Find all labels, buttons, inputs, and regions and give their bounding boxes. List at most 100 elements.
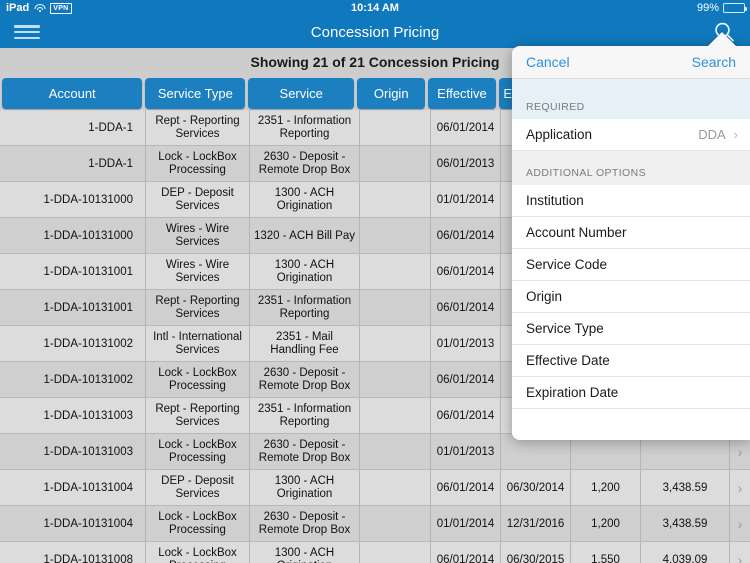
popover-footer-spacer	[512, 409, 750, 437]
cell-service-type: Rept - Reporting Services	[146, 110, 250, 146]
popover-field-label: Expiration Date	[526, 385, 619, 400]
cell-text: 2351 - Information Reporting	[257, 403, 352, 428]
cell-service-type: Intl - International Services	[146, 326, 250, 362]
cell-account: 1-DDA-10131008	[0, 542, 146, 563]
cell-effective: 06/01/2014	[431, 290, 501, 326]
column-header-label: Service Type	[157, 86, 233, 101]
cell-effective: 06/01/2014	[431, 542, 501, 563]
table-row[interactable]: 1-DDA-10131008 Lock - LockBox Processing 1…	[0, 542, 750, 563]
cell-effective: 01/01/2013	[431, 326, 501, 362]
column-header-account[interactable]: Account	[2, 78, 143, 109]
popover-header: Cancel Search	[512, 46, 750, 79]
cell-text: 1-DDA-10131000	[43, 229, 133, 242]
cell-origin	[360, 434, 431, 470]
cell-volume: 1,200	[571, 470, 641, 506]
cell-chevron: ›	[730, 506, 750, 542]
cell-service: 2351 - Information Reporting	[250, 398, 360, 434]
cell-text: 06/01/2014	[436, 553, 495, 563]
column-header-label: Account	[48, 86, 96, 101]
cell-service-type: Rept - Reporting Services	[146, 290, 250, 326]
cell-effective: 06/01/2014	[431, 362, 501, 398]
cell-origin	[360, 146, 431, 182]
cell-text: Wires - Wire Services	[165, 223, 230, 248]
cell-text: Rept - Reporting Services	[155, 403, 240, 428]
cell-text: Intl - International Services	[153, 331, 242, 356]
cell-account: 1-DDA-10131002	[0, 362, 146, 398]
cell-origin	[360, 182, 431, 218]
cell-text: 1-DDA-10131002	[43, 373, 133, 386]
cell-text: 2630 - Deposit - Remote Drop Box	[258, 511, 351, 536]
popover-field-value: DDA	[698, 127, 726, 142]
cell-origin	[360, 326, 431, 362]
battery-percent-label: 99%	[696, 2, 719, 14]
cell-text: 06/01/2014	[436, 121, 495, 134]
cell-effective: 01/01/2014	[431, 506, 501, 542]
cell-effective: 06/01/2014	[431, 254, 501, 290]
cell-text: DEP - Deposit Services	[161, 187, 234, 212]
cancel-button[interactable]: Cancel	[526, 54, 570, 70]
cell-text: ›	[737, 443, 743, 460]
cell-text: Lock - LockBox Processing	[158, 547, 237, 563]
cell-text: 1-DDA-10131003	[43, 409, 133, 422]
popover-field-effective-date[interactable]: Effective Date	[512, 345, 750, 377]
column-header-service-type[interactable]: Service Type	[145, 78, 246, 109]
popover-field-value-group: DDA ›	[698, 127, 738, 142]
popover-field-origin[interactable]: Origin	[512, 281, 750, 313]
table-row[interactable]: 1-DDA-10131004 Lock - LockBox Processing 2…	[0, 506, 750, 542]
cell-text: 12/31/2016	[506, 517, 565, 530]
column-header-origin[interactable]: Origin	[357, 78, 426, 109]
cell-text: 1-DDA-10131004	[43, 481, 133, 494]
table-row[interactable]: 1-DDA-10131004 DEP - Deposit Services 1300…	[0, 470, 750, 506]
search-button[interactable]: Search	[692, 54, 736, 70]
column-header-effective[interactable]: Effective	[428, 78, 496, 109]
popover-field-account-number[interactable]: Account Number	[512, 217, 750, 249]
cell-account: 1-DDA-10131004	[0, 470, 146, 506]
cell-text: 2630 - Deposit - Remote Drop Box	[258, 151, 351, 176]
showing-count-label: Showing 21 of 21 Concession Pricing	[250, 54, 500, 70]
popover-field-service-code[interactable]: Service Code	[512, 249, 750, 281]
cell-text: 1320 - ACH Bill Pay	[254, 229, 355, 242]
cell-service: 1320 - ACH Bill Pay	[250, 218, 360, 254]
cell-text: 01/01/2013	[436, 445, 495, 458]
column-header-service[interactable]: Service	[248, 78, 355, 109]
cell-account: 1-DDA-1	[0, 110, 146, 146]
cell-text: 2351 - Mail Handling Fee	[270, 331, 339, 356]
cell-origin	[360, 470, 431, 506]
cell-service-type: Lock - LockBox Processing	[146, 506, 250, 542]
column-header-label: Effective	[437, 86, 487, 101]
cell-text: Lock - LockBox Processing	[158, 151, 237, 176]
cell-text: Rept - Reporting Services	[155, 115, 240, 140]
cell-service-type: Lock - LockBox Processing	[146, 542, 250, 563]
popover-field-institution[interactable]: Institution	[512, 185, 750, 217]
cell-account: 1-DDA-10131000	[0, 182, 146, 218]
cell-amount: 4,039.09	[641, 542, 730, 563]
cell-text: 1-DDA-10131004	[43, 517, 133, 530]
cell-text: ›	[737, 515, 743, 532]
cell-account: 1-DDA-10131001	[0, 254, 146, 290]
cell-text: 01/01/2014	[436, 193, 495, 206]
popover-field-application[interactable]: Application DDA ›	[512, 119, 750, 151]
cell-volume: 1,550	[571, 542, 641, 563]
cell-text: Lock - LockBox Processing	[158, 439, 237, 464]
cell-text: 2351 - Information Reporting	[257, 115, 352, 140]
popover-field-expiration-date[interactable]: Expiration Date	[512, 377, 750, 409]
cell-expiration: 12/31/2016	[501, 506, 571, 542]
cell-origin	[360, 254, 431, 290]
cell-service: 2630 - Deposit - Remote Drop Box	[250, 362, 360, 398]
cell-origin	[360, 218, 431, 254]
cell-text: Lock - LockBox Processing	[158, 511, 237, 536]
cell-service-type: Rept - Reporting Services	[146, 398, 250, 434]
cell-effective: 06/01/2014	[431, 110, 501, 146]
cell-text: 1-DDA-10131002	[43, 337, 133, 350]
cell-account: 1-DDA-10131004	[0, 506, 146, 542]
cell-text: 3,438.59	[662, 517, 708, 530]
cell-text: 06/30/2015	[506, 553, 565, 563]
cell-text: 4,039.09	[662, 553, 708, 563]
cell-service: 1300 - ACH Origination	[250, 470, 360, 506]
cell-amount: 3,438.59	[641, 506, 730, 542]
popover-field-label: Service Type	[526, 321, 604, 336]
popover-field-label: Application	[526, 127, 593, 142]
cell-text: 2630 - Deposit - Remote Drop Box	[258, 367, 351, 392]
cell-service: 2630 - Deposit - Remote Drop Box	[250, 506, 360, 542]
popover-field-service-type[interactable]: Service Type	[512, 313, 750, 345]
